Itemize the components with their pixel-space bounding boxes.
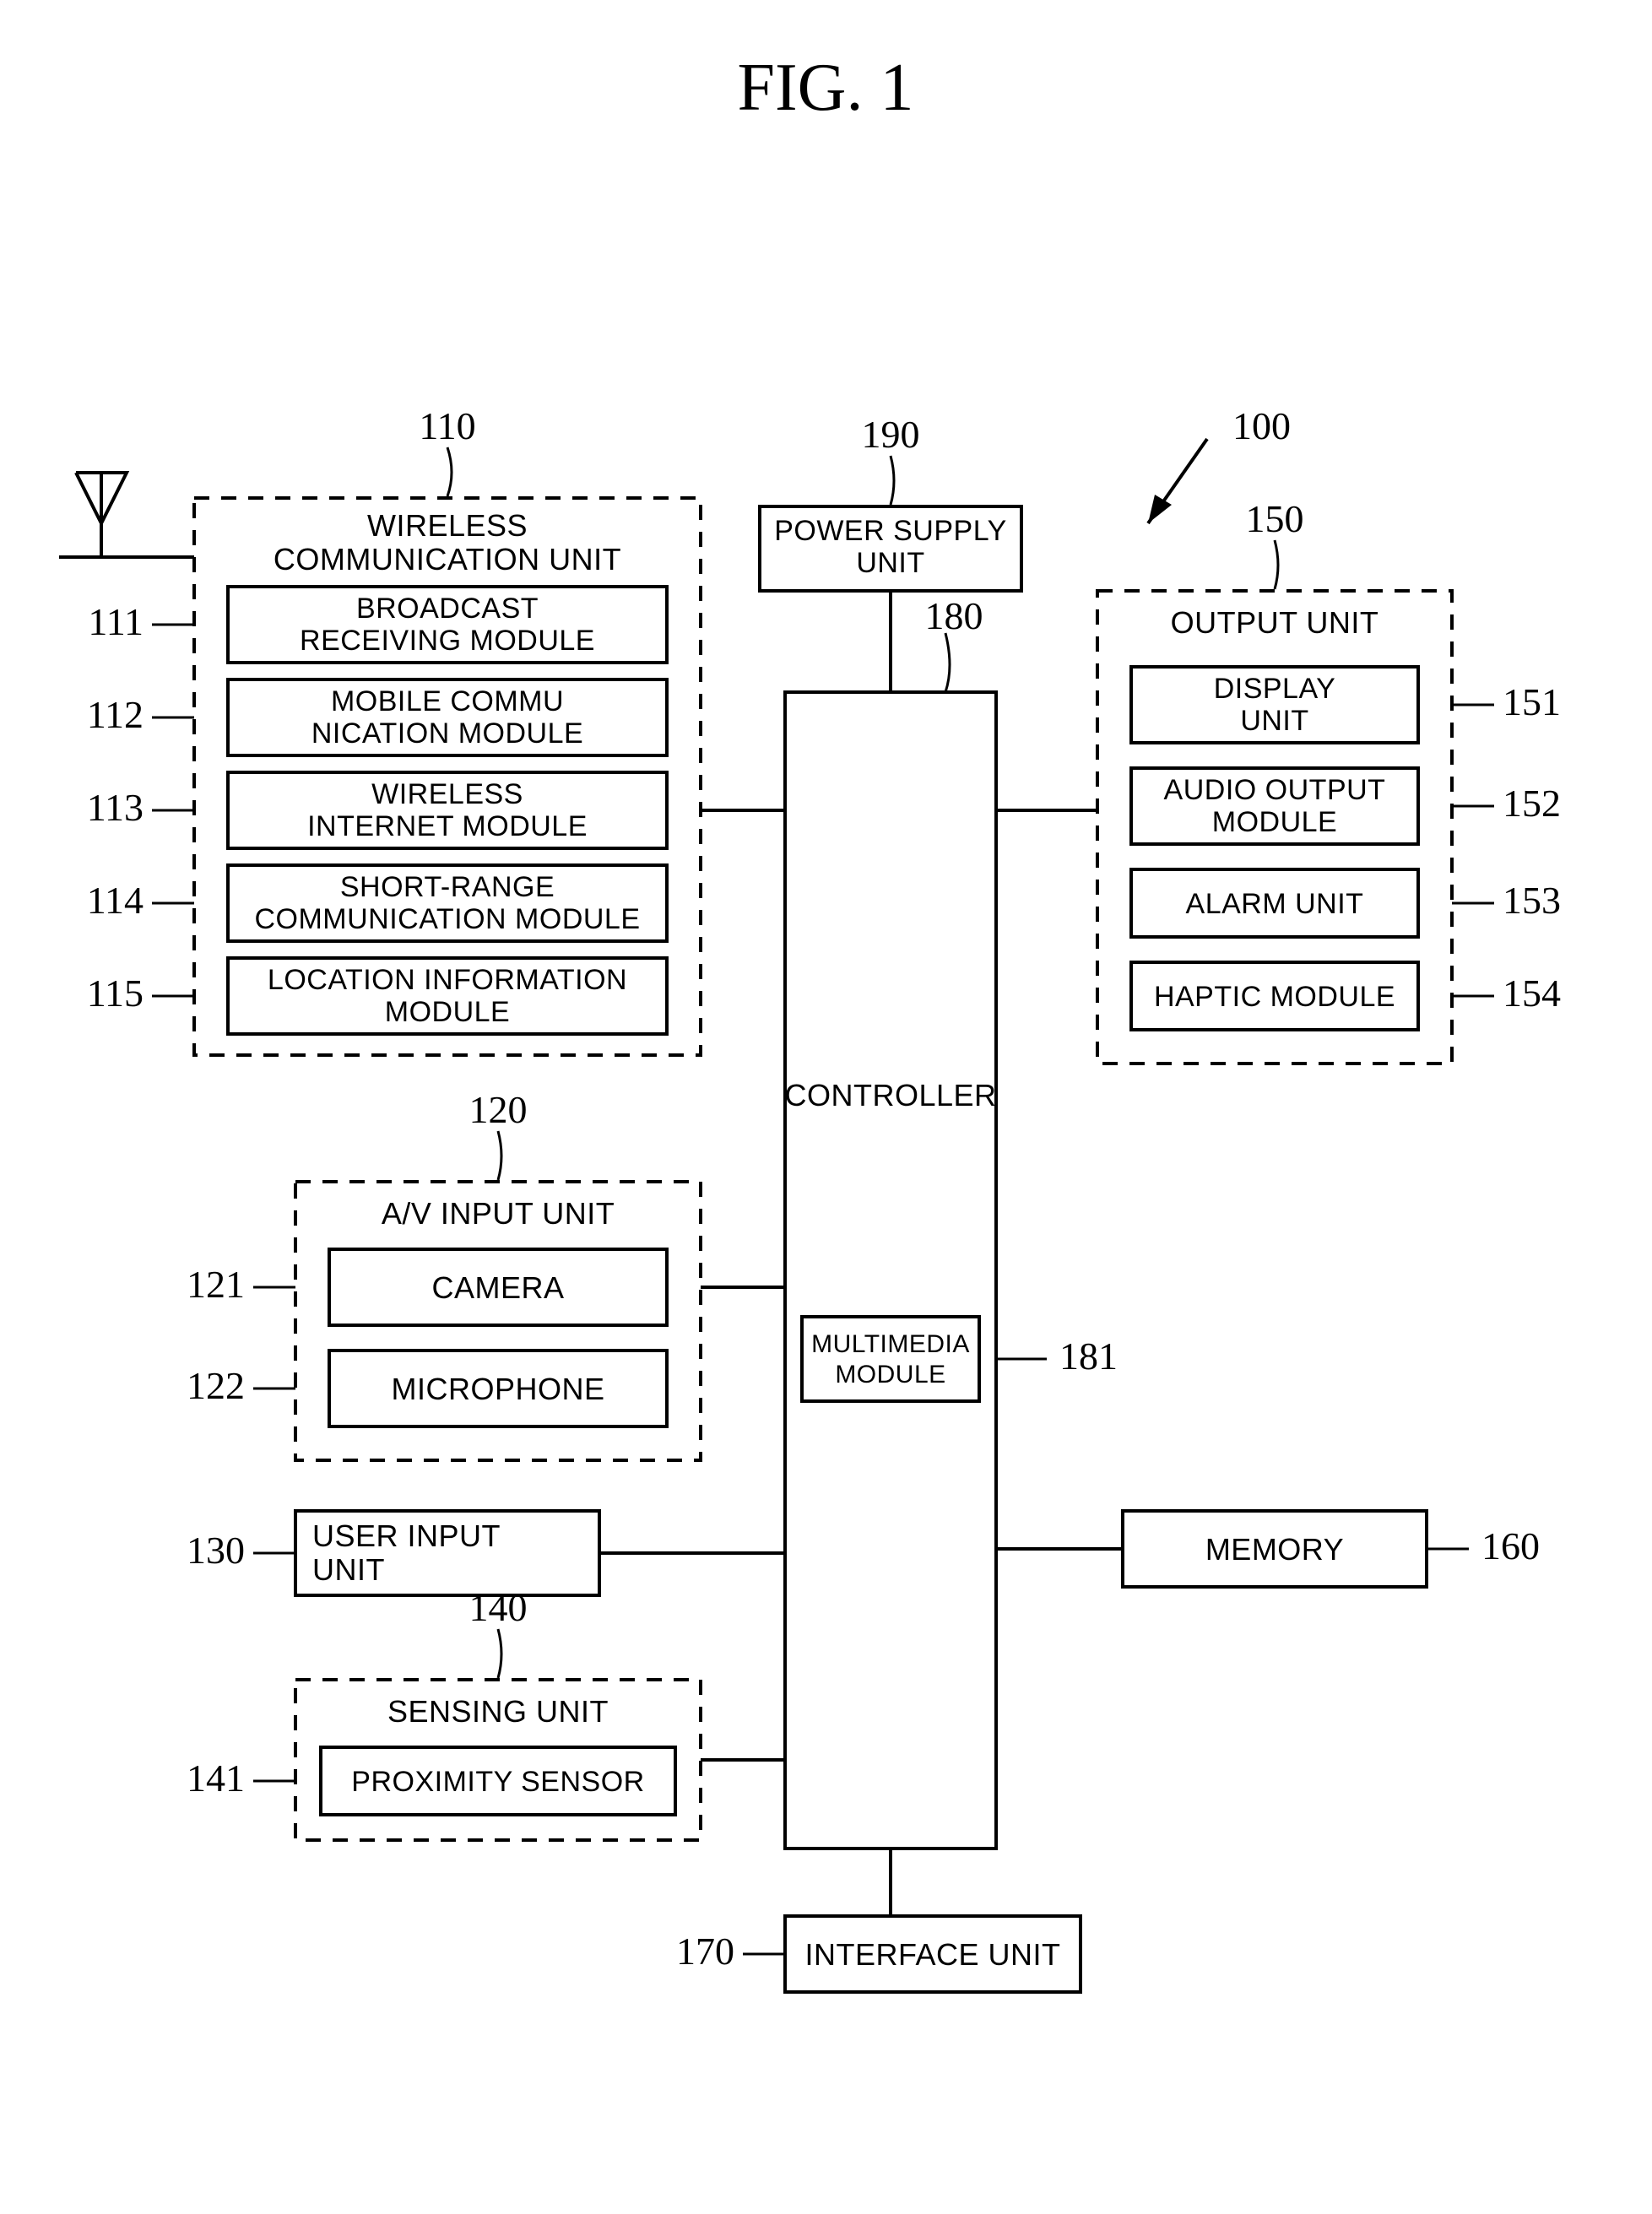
user-input-group: USER INPUT UNIT 130 bbox=[187, 1511, 599, 1595]
output-unit-title: OUTPUT UNIT bbox=[1171, 605, 1379, 640]
controller-box bbox=[785, 692, 996, 1849]
microphone-l1: MICROPHONE bbox=[391, 1372, 604, 1406]
multimedia-l1: MULTIMEDIA bbox=[811, 1330, 970, 1358]
wireless-unit-group: WIRELESS COMMUNICATION UNIT 110 BROADCAS… bbox=[87, 404, 701, 1055]
block-diagram: FIG. 1 100 WIRELESS COMMUNICATION UNIT 1… bbox=[0, 0, 1652, 2214]
ref-190: 190 bbox=[862, 413, 920, 456]
ref-115: 115 bbox=[87, 972, 144, 1015]
ref-122: 122 bbox=[187, 1364, 245, 1407]
short-range-l1: SHORT-RANGE bbox=[340, 871, 555, 903]
wireless-unit-title-l2: COMMUNICATION UNIT bbox=[274, 542, 621, 577]
ref-130: 130 bbox=[187, 1529, 245, 1572]
ref-110: 110 bbox=[419, 404, 475, 447]
display-l2: UNIT bbox=[1240, 705, 1308, 737]
av-unit-group: A/V INPUT UNIT 120 CAMERA 121 MICROPHONE… bbox=[187, 1088, 701, 1460]
wireless-unit-title-l1: WIRELESS bbox=[367, 508, 528, 543]
ref-120: 120 bbox=[469, 1088, 528, 1131]
ref-100-arrow bbox=[1148, 439, 1207, 523]
audio-out-l2: MODULE bbox=[1212, 806, 1337, 838]
output-unit-group: OUTPUT UNIT 150 DISPLAY UNIT 151 AUDIO O… bbox=[1097, 497, 1561, 1064]
wifi-l2: INTERNET MODULE bbox=[307, 810, 588, 842]
ref-112: 112 bbox=[87, 693, 144, 736]
ref-180: 180 bbox=[925, 594, 983, 637]
lead-190 bbox=[891, 456, 894, 505]
location-l1: LOCATION INFORMATION bbox=[268, 964, 627, 996]
ref-150: 150 bbox=[1246, 497, 1304, 540]
multimedia-box bbox=[802, 1317, 979, 1401]
user-input-l1: USER INPUT bbox=[312, 1518, 501, 1553]
alarm-l1: ALARM UNIT bbox=[1186, 888, 1364, 920]
haptic-l1: HAPTIC MODULE bbox=[1154, 981, 1395, 1013]
ref-160: 160 bbox=[1481, 1524, 1540, 1567]
ref-140: 140 bbox=[469, 1586, 528, 1629]
ref-181: 181 bbox=[1059, 1334, 1118, 1378]
ref-100: 100 bbox=[1232, 404, 1291, 447]
audio-out-l1: AUDIO OUTPUT bbox=[1164, 774, 1386, 806]
display-l1: DISPLAY bbox=[1214, 673, 1336, 705]
controller-l1: CONTROLLER bbox=[784, 1078, 996, 1112]
broadcast-l2: RECEIVING MODULE bbox=[300, 625, 595, 657]
wifi-l1: WIRELESS bbox=[371, 778, 523, 810]
broadcast-l1: BROADCAST bbox=[356, 593, 539, 625]
power-l1: POWER SUPPLY bbox=[774, 515, 1007, 547]
lead-180 bbox=[945, 633, 950, 692]
ref-113: 113 bbox=[87, 786, 144, 829]
ref-152: 152 bbox=[1503, 782, 1561, 825]
ref-121: 121 bbox=[187, 1263, 245, 1306]
short-range-l2: COMMUNICATION MODULE bbox=[254, 903, 640, 935]
mobile-comm-l1: MOBILE COMMU bbox=[331, 685, 564, 717]
lead-120 bbox=[498, 1131, 501, 1180]
lead-140 bbox=[498, 1629, 501, 1678]
interface-group: INTERFACE UNIT 170 bbox=[676, 1916, 1081, 1992]
ref-141: 141 bbox=[187, 1757, 245, 1800]
av-unit-title: A/V INPUT UNIT bbox=[382, 1196, 615, 1231]
lead-150 bbox=[1275, 540, 1278, 589]
memory-l1: MEMORY bbox=[1205, 1532, 1344, 1567]
mobile-comm-l2: NICATION MODULE bbox=[311, 717, 583, 750]
sensing-unit-title: SENSING UNIT bbox=[387, 1694, 609, 1729]
ref-154: 154 bbox=[1503, 972, 1561, 1015]
lead-110 bbox=[447, 447, 452, 496]
connectors bbox=[599, 591, 1123, 1916]
proximity-l1: PROXIMITY SENSOR bbox=[351, 1766, 644, 1798]
camera-l1: CAMERA bbox=[431, 1270, 564, 1305]
ref-151: 151 bbox=[1503, 680, 1561, 723]
sensing-unit-group: SENSING UNIT 140 PROXIMITY SENSOR 141 bbox=[187, 1586, 701, 1840]
interface-l1: INTERFACE UNIT bbox=[804, 1937, 1060, 1972]
antenna-icon bbox=[59, 473, 194, 557]
power-l2: UNIT bbox=[856, 547, 924, 579]
ref-153: 153 bbox=[1503, 879, 1561, 922]
ref-114: 114 bbox=[87, 879, 144, 922]
memory-group: MEMORY 160 bbox=[1123, 1511, 1540, 1587]
multimedia-l2: MODULE bbox=[835, 1361, 945, 1388]
controller-group: CONTROLLER 180 MULTIMEDIA MODULE 181 bbox=[784, 594, 1118, 1849]
power-group: POWER SUPPLY UNIT 190 bbox=[760, 413, 1021, 591]
user-input-l2: UNIT bbox=[312, 1552, 385, 1587]
ref-170: 170 bbox=[676, 1930, 734, 1973]
ref-111: 111 bbox=[88, 600, 144, 643]
location-l2: MODULE bbox=[385, 996, 510, 1028]
figure-title: FIG. 1 bbox=[738, 51, 914, 125]
